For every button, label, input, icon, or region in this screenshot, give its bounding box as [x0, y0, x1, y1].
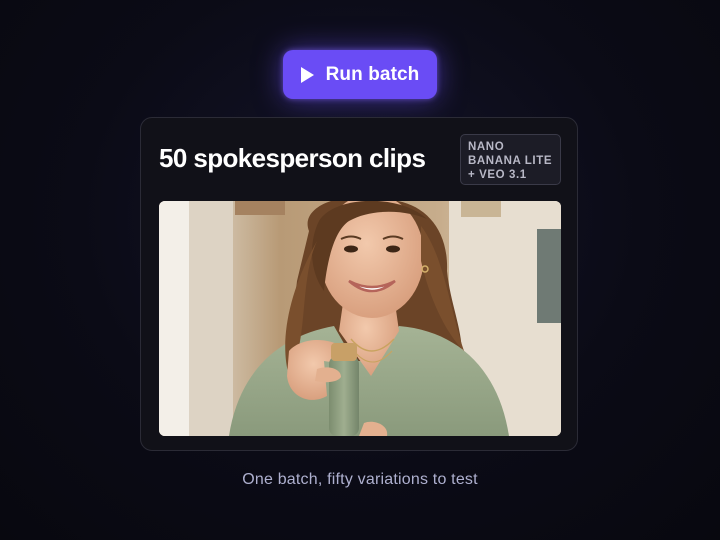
spokesperson-preview-image — [159, 201, 561, 436]
model-badge: NANO BANANA LITE + VEO 3.1 — [460, 134, 561, 185]
card-title: 50 spokesperson clips — [159, 143, 426, 173]
caption-text: One batch, fifty variations to test — [242, 471, 478, 488]
run-batch-label: Run batch — [325, 63, 420, 85]
run-batch-button[interactable]: Run batch — [283, 50, 437, 99]
model-badge-line-2: BANANA LITE — [468, 155, 553, 167]
model-badge-line-1: NANO — [468, 141, 505, 153]
batch-card: 50 spokesperson clips NANO BANANA LITE +… — [140, 117, 578, 451]
model-badge-line-3: + VEO 3.1 — [468, 169, 527, 181]
play-icon — [300, 66, 314, 83]
